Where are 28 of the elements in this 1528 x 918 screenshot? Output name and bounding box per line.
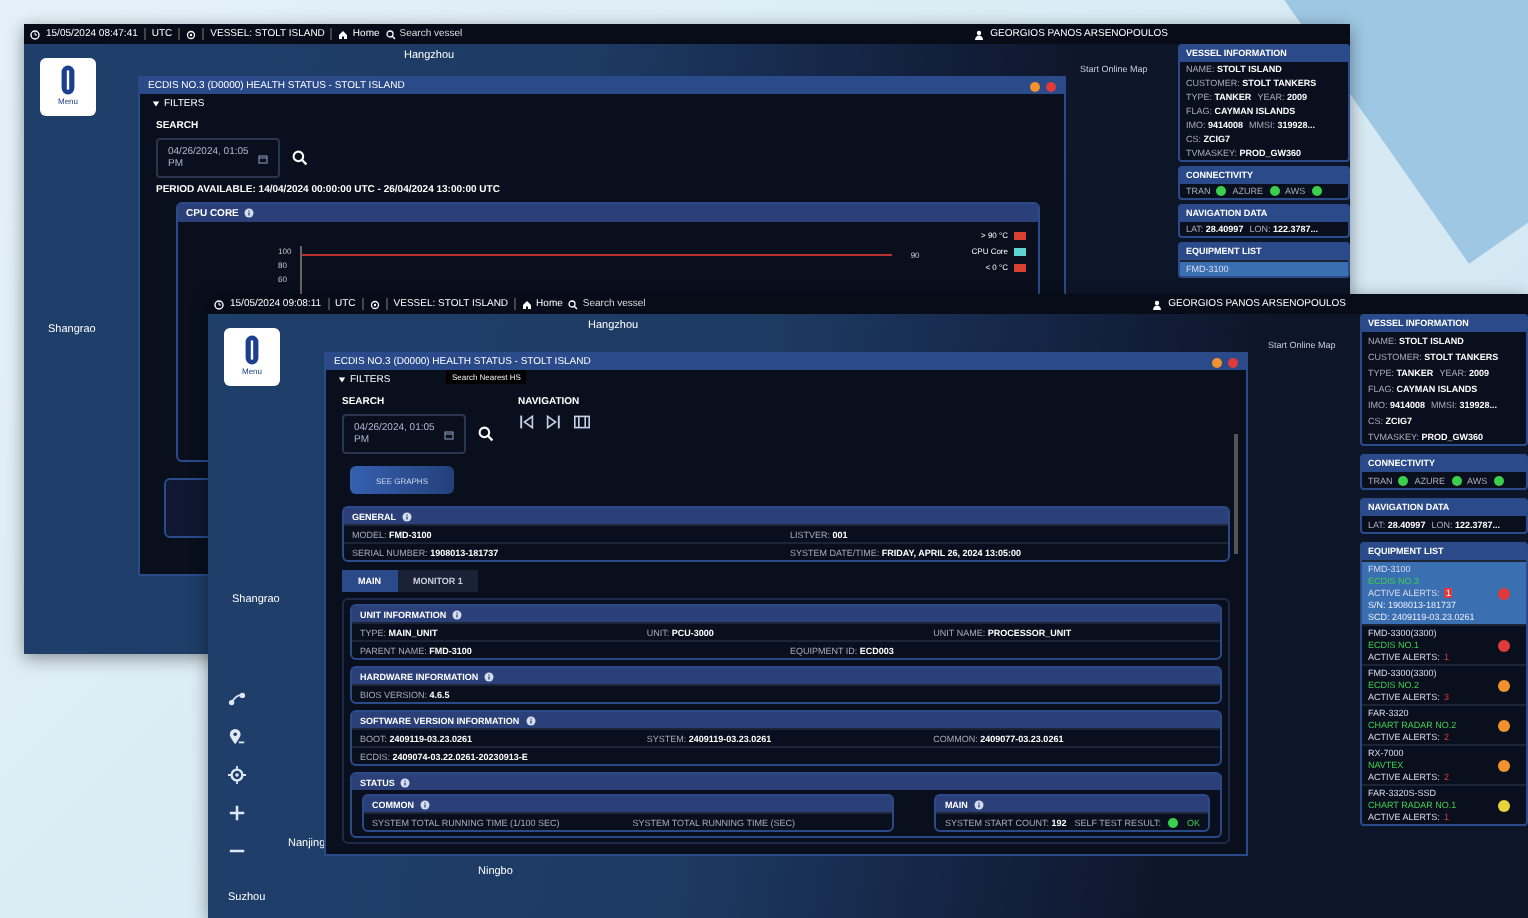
home-icon [338,29,349,39]
film-icon[interactable] [574,414,590,430]
triangle-icon [338,376,346,384]
user-icon [1152,299,1163,309]
target-icon[interactable] [228,766,246,784]
minimize-button[interactable] [1212,357,1222,367]
calendar-icon [444,429,454,439]
minimize-button[interactable] [1030,81,1040,91]
search-icon[interactable] [478,426,494,442]
wheel-icon [186,29,197,39]
user-icon [974,29,985,39]
skip-first-icon[interactable] [518,414,534,430]
home-icon [522,299,533,309]
wheel-icon [369,299,380,309]
calendar-icon [258,153,268,163]
route-icon[interactable] [228,690,246,708]
clock-icon [214,299,224,309]
skip-last-icon[interactable] [546,414,562,430]
scrollbar [1234,434,1238,554]
pin-icon[interactable] [228,728,246,746]
zoom-in-icon[interactable] [228,804,246,822]
search-icon[interactable] [292,150,308,166]
triangle-icon [152,100,160,108]
search-icon [568,299,579,309]
clock-icon [30,29,40,39]
capsule-logo-icon [244,334,260,366]
capsule-logo-icon [60,64,76,96]
search-icon [385,29,396,39]
